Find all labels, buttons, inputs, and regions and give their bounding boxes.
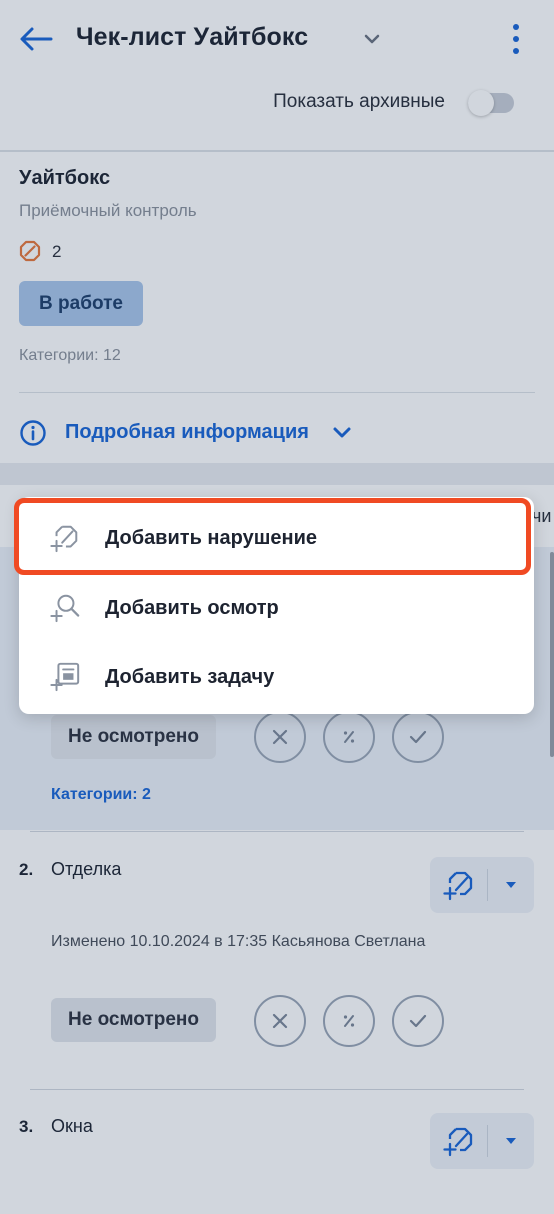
- menu-item-label: Добавить задачу: [105, 666, 275, 688]
- highlight-frame: [14, 498, 531, 575]
- menu-item-add-task[interactable]: Добавить задачу: [19, 641, 534, 711]
- menu-item-label: Добавить осмотр: [105, 597, 279, 619]
- add-inspection-icon: [50, 594, 80, 623]
- menu-item-add-inspection[interactable]: Добавить осмотр: [19, 572, 534, 642]
- screen: Чек-лист Уайтбокс Показать архивные Уайт…: [0, 0, 554, 1214]
- add-task-icon: [50, 662, 80, 692]
